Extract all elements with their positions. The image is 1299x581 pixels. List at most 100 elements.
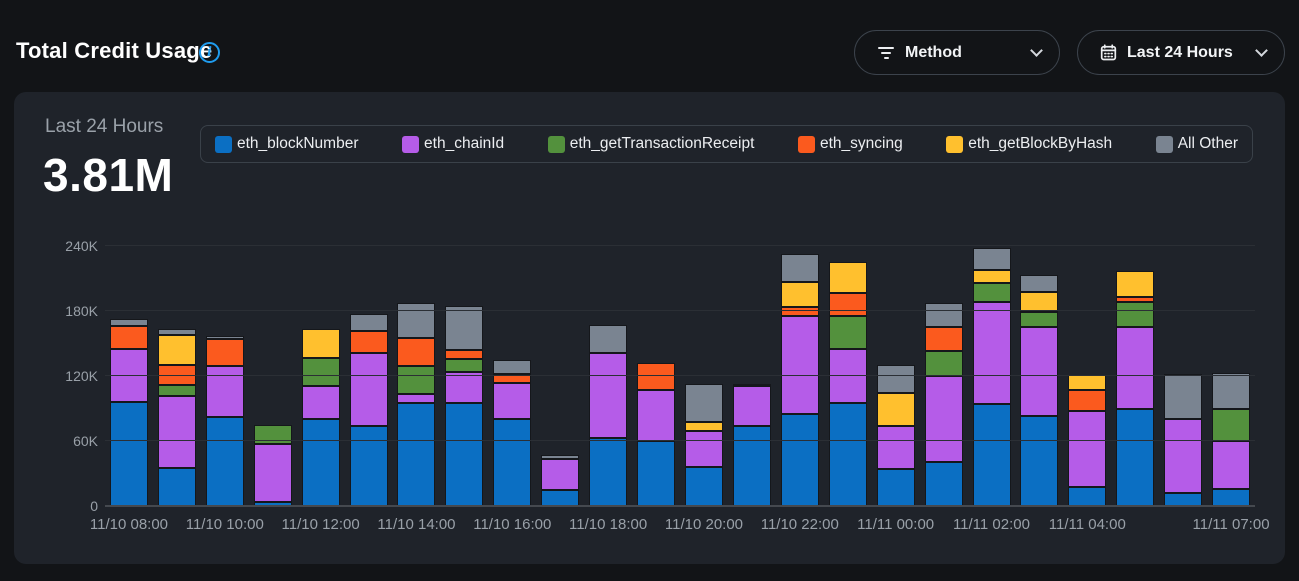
bar-segment-eth_chainId[interactable] xyxy=(589,353,627,438)
bar-segment-eth_syncing[interactable] xyxy=(206,339,244,366)
bar-segment-eth_chainId[interactable] xyxy=(302,386,340,420)
time-range-button[interactable]: Last 24 Hours xyxy=(1077,30,1285,75)
bar-segment-eth_chainId[interactable] xyxy=(1116,327,1154,408)
bar-segment-eth_blockNumber[interactable] xyxy=(445,403,483,506)
bar-column[interactable] xyxy=(536,246,584,506)
bar-column[interactable] xyxy=(297,246,345,506)
bar-segment-eth_getBlockByHash[interactable] xyxy=(1116,271,1154,297)
bar-segment-eth_chainId[interactable] xyxy=(829,349,867,403)
bar-segment-eth_getTransactionReceipt[interactable] xyxy=(1020,312,1058,327)
legend-item-eth_syncing[interactable]: eth_syncing xyxy=(798,135,903,153)
bar-segment-eth_getTransactionReceipt[interactable] xyxy=(445,359,483,372)
bar-segment-eth_blockNumber[interactable] xyxy=(685,467,723,506)
bar-segment-eth_chainId[interactable] xyxy=(541,459,579,489)
bar-segment-eth_getTransactionReceipt[interactable] xyxy=(302,358,340,386)
bar-segment-eth_chainId[interactable] xyxy=(1212,441,1250,489)
bar-segment-eth_blockNumber[interactable] xyxy=(973,404,1011,506)
bar-segment-eth_syncing[interactable] xyxy=(829,293,867,317)
bar-segment-All Other[interactable] xyxy=(973,248,1011,270)
bar-segment-eth_syncing[interactable] xyxy=(110,326,148,349)
bar-segment-eth_syncing[interactable] xyxy=(445,350,483,359)
bar-segment-All Other[interactable] xyxy=(877,365,915,393)
bar-column[interactable] xyxy=(1207,246,1255,506)
bar-segment-eth_blockNumber[interactable] xyxy=(781,414,819,506)
bar-segment-eth_getTransactionReceipt[interactable] xyxy=(829,316,867,349)
bar-segment-eth_syncing[interactable] xyxy=(1068,390,1106,411)
bar-column[interactable] xyxy=(201,246,249,506)
bar-segment-eth_blockNumber[interactable] xyxy=(350,426,388,506)
bar-segment-eth_syncing[interactable] xyxy=(781,307,819,317)
bar-segment-eth_chainId[interactable] xyxy=(1164,419,1202,493)
bar-segment-eth_syncing[interactable] xyxy=(925,327,963,351)
bar-segment-eth_blockNumber[interactable] xyxy=(158,468,196,506)
bar-column[interactable] xyxy=(393,246,441,506)
legend-item-All Other[interactable]: All Other xyxy=(1156,135,1238,153)
bar-segment-eth_chainId[interactable] xyxy=(973,302,1011,404)
bar-column[interactable] xyxy=(345,246,393,506)
bar-segment-eth_chainId[interactable] xyxy=(877,426,915,469)
bar-column[interactable] xyxy=(968,246,1016,506)
bar-segment-eth_chainId[interactable] xyxy=(1020,327,1058,416)
bar-segment-eth_chainId[interactable] xyxy=(733,386,771,426)
bar-segment-eth_syncing[interactable] xyxy=(397,338,435,366)
bar-segment-eth_blockNumber[interactable] xyxy=(397,403,435,506)
method-filter-button[interactable]: Method xyxy=(854,30,1060,75)
info-icon[interactable]: i xyxy=(199,42,220,63)
legend-item-eth_getBlockByHash[interactable]: eth_getBlockByHash xyxy=(946,135,1112,153)
bar-segment-All Other[interactable] xyxy=(350,314,388,330)
bar-segment-eth_blockNumber[interactable] xyxy=(733,426,771,506)
legend-item-eth_blockNumber[interactable]: eth_blockNumber xyxy=(215,135,358,153)
bar-segment-eth_getTransactionReceipt[interactable] xyxy=(397,366,435,394)
bar-segment-eth_chainId[interactable] xyxy=(685,431,723,467)
bar-column[interactable] xyxy=(632,246,680,506)
bar-column[interactable] xyxy=(1111,246,1159,506)
bar-segment-eth_chainId[interactable] xyxy=(1068,411,1106,487)
bar-segment-eth_blockNumber[interactable] xyxy=(110,402,148,506)
bar-segment-eth_getBlockByHash[interactable] xyxy=(781,282,819,307)
bar-column[interactable] xyxy=(249,246,297,506)
bar-segment-eth_chainId[interactable] xyxy=(397,394,435,403)
bar-segment-eth_blockNumber[interactable] xyxy=(206,417,244,506)
bar-segment-eth_syncing[interactable] xyxy=(350,331,388,354)
bar-segment-eth_blockNumber[interactable] xyxy=(1020,416,1058,506)
bar-segment-eth_chainId[interactable] xyxy=(254,444,292,501)
bar-column[interactable] xyxy=(1159,246,1207,506)
bar-column[interactable] xyxy=(920,246,968,506)
bar-segment-eth_chainId[interactable] xyxy=(350,353,388,426)
bar-column[interactable] xyxy=(776,246,824,506)
bar-column[interactable] xyxy=(153,246,201,506)
bar-column[interactable] xyxy=(1016,246,1064,506)
bar-column[interactable] xyxy=(824,246,872,506)
bar-column[interactable] xyxy=(728,246,776,506)
bar-column[interactable] xyxy=(872,246,920,506)
bar-segment-eth_getBlockByHash[interactable] xyxy=(829,262,867,292)
bar-segment-eth_chainId[interactable] xyxy=(781,316,819,414)
bar-segment-eth_blockNumber[interactable] xyxy=(302,419,340,506)
bar-column[interactable] xyxy=(1063,246,1111,506)
bar-segment-eth_getBlockByHash[interactable] xyxy=(877,393,915,426)
legend-item-eth_getTransactionReceipt[interactable]: eth_getTransactionReceipt xyxy=(548,135,755,153)
bar-segment-eth_chainId[interactable] xyxy=(925,376,963,462)
bar-segment-All Other[interactable] xyxy=(589,325,627,353)
bar-segment-eth_chainId[interactable] xyxy=(493,383,531,420)
bar-segment-eth_getBlockByHash[interactable] xyxy=(302,329,340,357)
bar-segment-eth_syncing[interactable] xyxy=(637,363,675,390)
bar-segment-eth_blockNumber[interactable] xyxy=(1116,409,1154,507)
bar-column[interactable] xyxy=(488,246,536,506)
bar-segment-eth_getTransactionReceipt[interactable] xyxy=(158,385,196,396)
bar-segment-eth_getTransactionReceipt[interactable] xyxy=(1116,302,1154,327)
bar-segment-eth_getTransactionReceipt[interactable] xyxy=(973,283,1011,303)
bar-segment-eth_getBlockByHash[interactable] xyxy=(158,335,196,365)
bar-segment-eth_blockNumber[interactable] xyxy=(637,441,675,506)
bar-segment-eth_blockNumber[interactable] xyxy=(925,462,963,506)
bar-segment-All Other[interactable] xyxy=(1020,275,1058,291)
bar-segment-eth_getTransactionReceipt[interactable] xyxy=(1212,409,1250,442)
bar-segment-All Other[interactable] xyxy=(1164,374,1202,420)
bar-segment-eth_chainId[interactable] xyxy=(158,396,196,469)
bar-segment-eth_getBlockByHash[interactable] xyxy=(1068,375,1106,390)
legend-item-eth_chainId[interactable]: eth_chainId xyxy=(402,135,504,153)
bar-segment-eth_blockNumber[interactable] xyxy=(829,403,867,506)
bar-column[interactable] xyxy=(584,246,632,506)
bar-segment-eth_blockNumber[interactable] xyxy=(877,469,915,506)
bar-segment-eth_getTransactionReceipt[interactable] xyxy=(925,351,963,376)
